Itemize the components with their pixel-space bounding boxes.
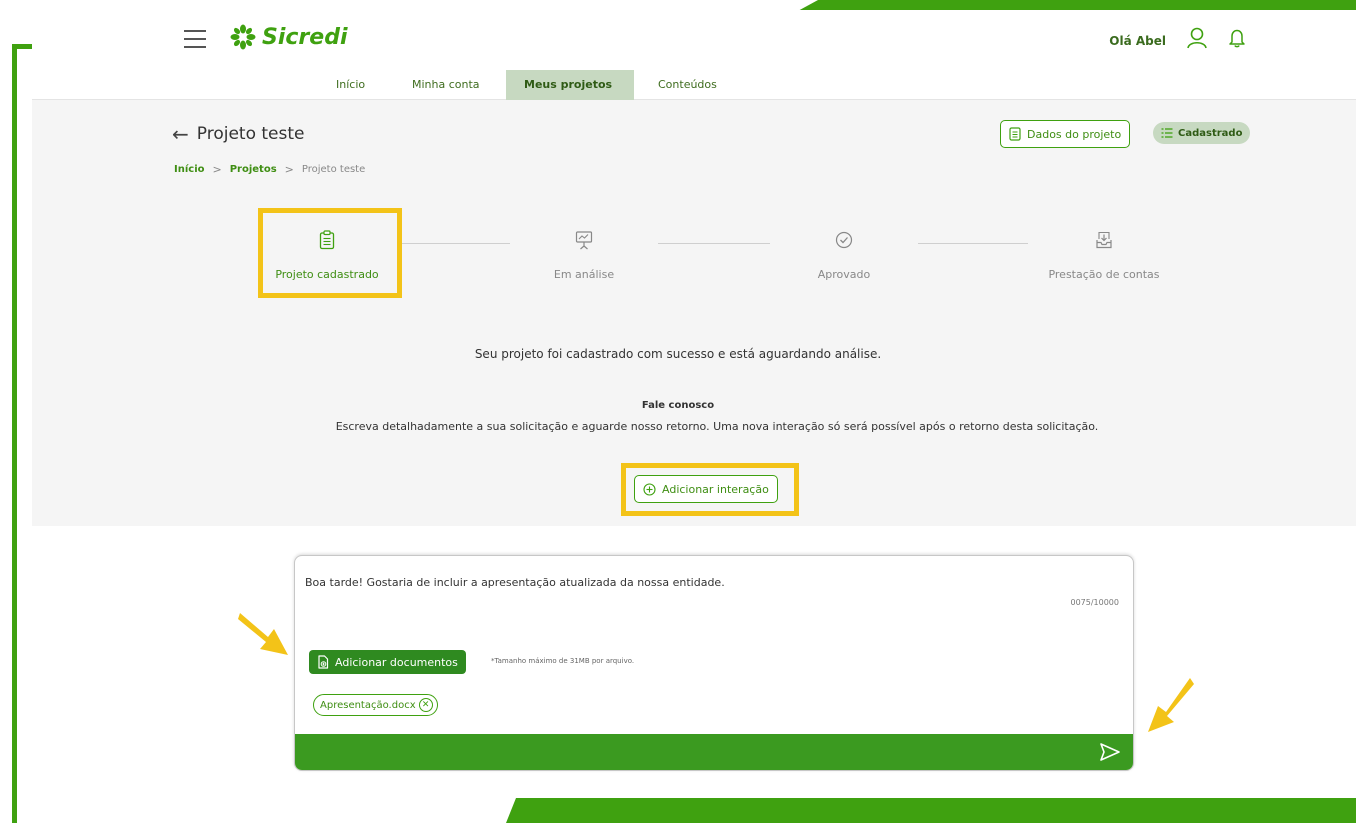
decorative-left-bar bbox=[12, 44, 17, 823]
page-header: ← Projeto teste bbox=[172, 122, 305, 146]
tab-conteudos[interactable]: Conteúdos bbox=[640, 70, 735, 100]
project-data-button[interactable]: Dados do projeto bbox=[1000, 120, 1131, 148]
breadcrumb-inicio[interactable]: Início bbox=[174, 164, 205, 175]
inbox-download-icon bbox=[1096, 231, 1112, 249]
annotation-arrow-icon bbox=[1148, 678, 1194, 732]
message-composer: Boa tarde! Gostaria de incluir a apresen… bbox=[294, 555, 1134, 771]
step-projeto-cadastrado: Projeto cadastrado bbox=[227, 230, 427, 281]
step-label: Aprovado bbox=[817, 268, 871, 281]
message-textarea[interactable]: Boa tarde! Gostaria de incluir a apresen… bbox=[305, 576, 1105, 589]
send-bar bbox=[295, 734, 1133, 770]
brand-logo[interactable]: Sicredi bbox=[230, 24, 348, 50]
chevron-right-icon: > bbox=[212, 163, 222, 176]
user-greeting: Olá Abel bbox=[1109, 34, 1166, 48]
check-circle-icon bbox=[835, 231, 853, 249]
app-header: Sicredi Olá Abel bbox=[32, 10, 1356, 70]
step-aprovado: Aprovado bbox=[744, 230, 944, 281]
add-interaction-button[interactable]: Adicionar interação bbox=[634, 475, 778, 503]
plus-circle-icon bbox=[643, 482, 656, 496]
attach-file-icon bbox=[318, 655, 329, 669]
step-em-analise: Em análise bbox=[484, 230, 684, 281]
step-label: Em análise bbox=[553, 268, 615, 281]
brand-name: Sicredi bbox=[262, 24, 348, 50]
step-prestacao-de-contas: Prestação de contas bbox=[1004, 230, 1204, 281]
status-badge-label: Cadastrado bbox=[1178, 127, 1243, 139]
project-data-label: Dados do projeto bbox=[1027, 127, 1122, 141]
user-icon[interactable] bbox=[1186, 26, 1208, 50]
annotation-arrow-icon bbox=[238, 613, 288, 655]
add-documents-button[interactable]: Adicionar documentos bbox=[309, 650, 466, 674]
tab-minha-conta[interactable]: Minha conta bbox=[394, 70, 498, 100]
document-icon bbox=[1009, 127, 1021, 141]
breadcrumb-current: Projeto teste bbox=[301, 164, 366, 175]
tab-inicio[interactable]: Início bbox=[318, 70, 383, 100]
decorative-left-tick bbox=[12, 44, 32, 49]
sicredi-logo-icon bbox=[230, 24, 256, 50]
bell-icon[interactable] bbox=[1228, 28, 1246, 48]
remove-file-icon[interactable]: ✕ bbox=[418, 698, 433, 712]
send-icon[interactable] bbox=[1099, 742, 1121, 762]
attached-file-name: Apresentação.docx bbox=[320, 699, 416, 711]
step-label: Projeto cadastrado bbox=[275, 268, 379, 281]
breadcrumb-projetos[interactable]: Projetos bbox=[230, 164, 277, 175]
tab-meus-projetos[interactable]: Meus projetos bbox=[506, 70, 634, 100]
page-title: Projeto teste bbox=[196, 124, 305, 144]
step-label: Prestação de contas bbox=[1048, 268, 1160, 281]
project-panel: ← Projeto teste Início > Projetos > Proj… bbox=[32, 100, 1356, 526]
back-arrow-icon[interactable]: ← bbox=[172, 122, 189, 146]
hamburger-menu-icon[interactable] bbox=[184, 30, 206, 48]
status-badge: Cadastrado bbox=[1153, 122, 1251, 144]
presentation-icon bbox=[575, 231, 593, 250]
contact-description: Escreva detalhadamente a sua solicitação… bbox=[335, 420, 1099, 433]
main-nav: Início Minha conta Meus projetos Conteúd… bbox=[32, 70, 1356, 100]
file-size-note: *Tamanho máximo de 31MB por arquivo. bbox=[491, 657, 635, 665]
breadcrumb: Início > Projetos > Projeto teste bbox=[174, 163, 365, 176]
attached-file-chip: Apresentação.docx ✕ bbox=[313, 694, 438, 716]
list-icon bbox=[1161, 128, 1173, 138]
status-message: Seu projeto foi cadastrado com sucesso e… bbox=[474, 347, 882, 361]
char-counter: 0075/10000 bbox=[1070, 598, 1119, 607]
chevron-right-icon: > bbox=[284, 163, 294, 176]
add-documents-label: Adicionar documentos bbox=[335, 655, 458, 669]
clipboard-icon bbox=[319, 230, 335, 250]
add-interaction-label: Adicionar interação bbox=[662, 482, 769, 496]
contact-title: Fale conosco bbox=[641, 400, 715, 411]
decorative-bottom-bar bbox=[506, 798, 1356, 823]
